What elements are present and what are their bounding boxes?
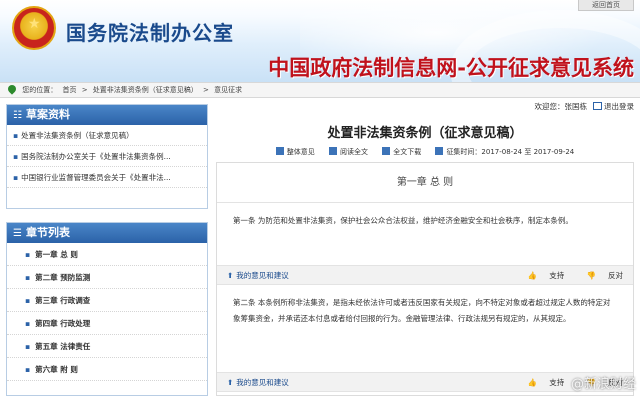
overall-opinion-label: 整体意见 [286, 148, 315, 156]
read-full-button[interactable]: 阅读全文 [328, 147, 368, 156]
chapter-item[interactable]: ▪ 第六章 附 则 [7, 358, 207, 381]
article-text: 第二条 本条例所称非法集资，是指未经依法许可或者违反国家有关规定，向不特定对象或… [233, 298, 611, 323]
edit-icon [275, 147, 284, 155]
arrow-up-icon: ⬆ [227, 378, 234, 387]
oppose-label: 反对 [608, 271, 623, 280]
document-title: 处置非法集资条例（征求意见稿） [327, 126, 523, 141]
draft-item-label: 中国银行业监督管理委员会关于《处置非法... [21, 173, 171, 182]
arrow-up-icon: ⬆ [227, 271, 234, 280]
support-button[interactable]: 👍 支持 [518, 378, 564, 387]
collection-period-label: 征集时间：2017-08-24 至 2017-09-24 [446, 148, 575, 156]
feedback-bar: ⬆ 我的意见和建议 👍 支持 👎 反对 [217, 265, 633, 285]
breadcrumb-prefix: 您的位置： [22, 86, 58, 94]
bullet-icon: ▪ [25, 365, 31, 374]
system-title: 中国政府法制信息网-公开征求意见系统 [268, 56, 634, 80]
download-icon [382, 147, 391, 155]
chapter-item[interactable]: ▪ 第二章 预防监测 [7, 266, 207, 289]
bullet-icon: ▪ [25, 250, 31, 259]
emblem-star-icon: ★ [28, 16, 41, 32]
breadcrumb-separator: > [203, 86, 209, 94]
download-button[interactable]: 全文下载 [382, 147, 422, 156]
document-meta: 整体意见 阅读全文 全文下载 征集时间：2017-08-24 至 2017-09… [216, 147, 634, 157]
welcome-text: 欢迎您：张国栋 [534, 102, 588, 111]
chapter-heading: 第一章 总 则 [217, 163, 633, 203]
oppose-button[interactable]: 👎 反对 [577, 271, 623, 280]
list-icon: ☰ [13, 228, 22, 239]
breadcrumb-separator: > [81, 86, 88, 94]
return-home-link[interactable]: 返回首页 [578, 0, 634, 11]
document-content: 第一章 总 则 第一条 为防范和处置非法集资，保护社会公众合法权益，维护经济金融… [216, 162, 634, 396]
download-label: 全文下载 [393, 148, 422, 156]
bullet-icon: ▪ [13, 152, 19, 161]
draft-item-label: 处置非法集资条例（征求意见稿） [21, 131, 134, 140]
chapter-list-title: 章节列表 [25, 226, 70, 239]
chapter-list-header: ☰ 章节列表 [7, 223, 207, 243]
thumbs-up-icon: 👍 [527, 378, 538, 387]
breadcrumb-regulation-link[interactable]: 处置非法集资条例（征求意见稿） [93, 86, 198, 94]
breadcrumb: 您的位置： 首页 > 处置非法集资条例（征求意见稿） > 意见征求 [0, 82, 640, 98]
logout-link[interactable]: 退出登录 [604, 102, 634, 111]
chapter-label: 第四章 行政处理 [35, 319, 91, 328]
bullet-icon: ▪ [25, 296, 31, 305]
support-button[interactable]: 👍 支持 [518, 271, 564, 280]
my-feedback-link[interactable]: 我的意见和建议 [236, 271, 289, 280]
thumbs-down-icon: 👎 [586, 271, 596, 280]
bullet-icon: ▪ [13, 131, 19, 140]
draft-item[interactable]: ▪ 国务院法制办公室关于《处置非法集资条例... [7, 146, 207, 167]
chapter-label: 第三章 行政调查 [35, 296, 91, 305]
chapter-label: 第五章 法律责任 [35, 342, 91, 351]
site-name: 国务院法制办公室 [66, 21, 234, 45]
thumbs-up-icon: 👍 [527, 271, 538, 280]
support-label: 支持 [549, 271, 565, 280]
chapter-label: 第一章 总 则 [35, 250, 78, 259]
breadcrumb-current: 意见征求 [214, 86, 243, 94]
watermark: @新浪财经 [570, 377, 636, 392]
list-icon: ☷ [13, 110, 22, 121]
draft-item[interactable]: ▪ 中国银行业监督管理委员会关于《处置非法... [7, 167, 207, 188]
user-bar: 欢迎您：张国栋 退出登录 [216, 99, 634, 115]
logout-icon[interactable] [593, 102, 602, 110]
chapter-item[interactable]: ▪ 第五章 法律责任 [7, 335, 207, 358]
calendar-icon [435, 147, 444, 155]
collection-period: 征集时间：2017-08-24 至 2017-09-24 [435, 147, 575, 156]
support-label: 支持 [549, 378, 565, 387]
bullet-icon: ▪ [25, 342, 31, 351]
my-feedback-link[interactable]: 我的意见和建议 [236, 378, 289, 387]
document-icon [328, 147, 337, 155]
draft-materials-title: 草案资料 [25, 108, 70, 121]
location-pin-icon [6, 83, 18, 95]
site-header: ★ 国务院法制办公室 返回首页 中国政府法制信息网-公开征求意见系统 [0, 0, 640, 82]
draft-materials-panel: ☷ 草案资料 ▪ 处置非法集资条例（征求意见稿） ▪ 国务院法制办公室关于《处置非法集… [6, 104, 208, 209]
breadcrumb-home-link[interactable]: 首页 [62, 86, 76, 94]
chapter-item[interactable]: ▪ 第三章 行政调查 [7, 289, 207, 312]
draft-item[interactable]: ▪ 处置非法集资条例（征求意见稿） [7, 125, 207, 146]
vote-controls: 👍 支持 👎 反对 [508, 266, 623, 286]
chapter-label: 第六章 附 则 [35, 365, 78, 374]
chapter-item[interactable]: ▪ 第一章 总 则 [7, 243, 207, 266]
bullet-icon: ▪ [25, 273, 31, 282]
draft-materials-header: ☷ 草案资料 [7, 105, 207, 125]
overall-opinion-button[interactable]: 整体意见 [275, 147, 315, 156]
draft-item-label: 国务院法制办公室关于《处置非法集资条例... [21, 152, 171, 161]
chapter-label: 第二章 预防监测 [35, 273, 91, 282]
bullet-icon: ▪ [25, 319, 31, 328]
bullet-icon: ▪ [13, 173, 19, 182]
read-full-label: 阅读全文 [339, 148, 368, 156]
article-text: 第一条 为防范和处置非法集资，保护社会公众合法权益，维护经济金融安全和社会秩序，… [233, 216, 573, 225]
national-emblem-logo: ★ [12, 6, 56, 50]
chapter-list-panel: ☰ 章节列表 ▪ 第一章 总 则 ▪ 第二章 预防监测 ▪ 第三章 行政调查 ▪ 第四章 … [6, 222, 208, 396]
chapter-item[interactable]: ▪ 第四章 行政处理 [7, 312, 207, 335]
